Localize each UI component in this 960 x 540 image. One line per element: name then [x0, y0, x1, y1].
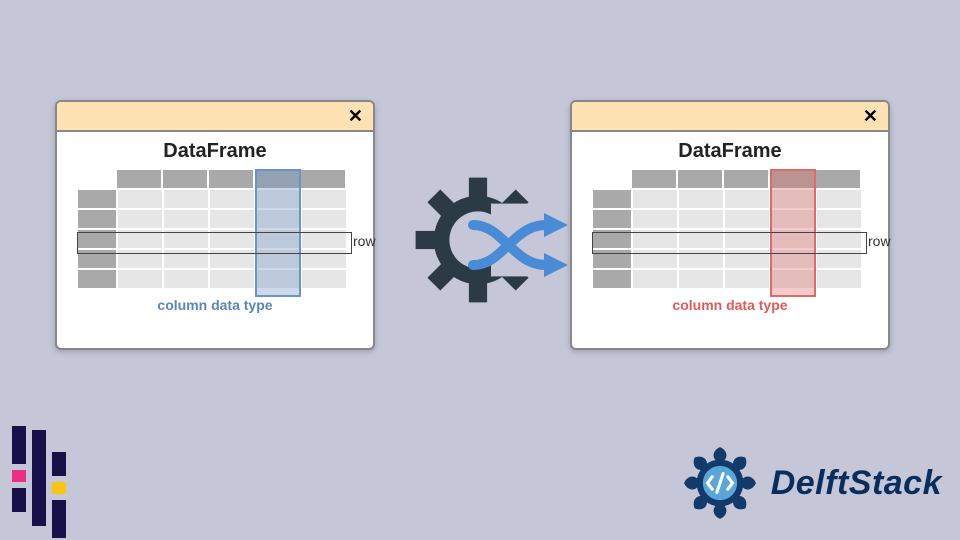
dataframe-title: DataFrame: [572, 140, 888, 163]
close-icon[interactable]: ✕: [348, 106, 363, 127]
window-titlebar: ✕: [57, 102, 373, 132]
pandas-logo-icon: [12, 418, 66, 538]
dataframe-grid: row: [572, 169, 888, 289]
window-titlebar: ✕: [572, 102, 888, 132]
delftstack-brand: DelftStack: [681, 444, 942, 522]
shuffle-arrows-icon: [468, 205, 568, 290]
close-icon[interactable]: ✕: [863, 106, 878, 127]
row-label: row: [868, 233, 891, 249]
dataframe-title: DataFrame: [57, 140, 373, 163]
dataframe-panel-right: ✕ DataFrame row column data type: [570, 100, 890, 350]
delftstack-logo-icon: [681, 444, 759, 522]
brand-name: DelftStack: [771, 464, 942, 503]
column-dtype-label: column data type: [57, 297, 373, 313]
dataframe-grid: row: [57, 169, 373, 289]
dataframe-panel-left: ✕ DataFrame row column data type: [55, 100, 375, 350]
column-dtype-label: column data type: [572, 297, 888, 313]
row-label: row: [353, 233, 376, 249]
